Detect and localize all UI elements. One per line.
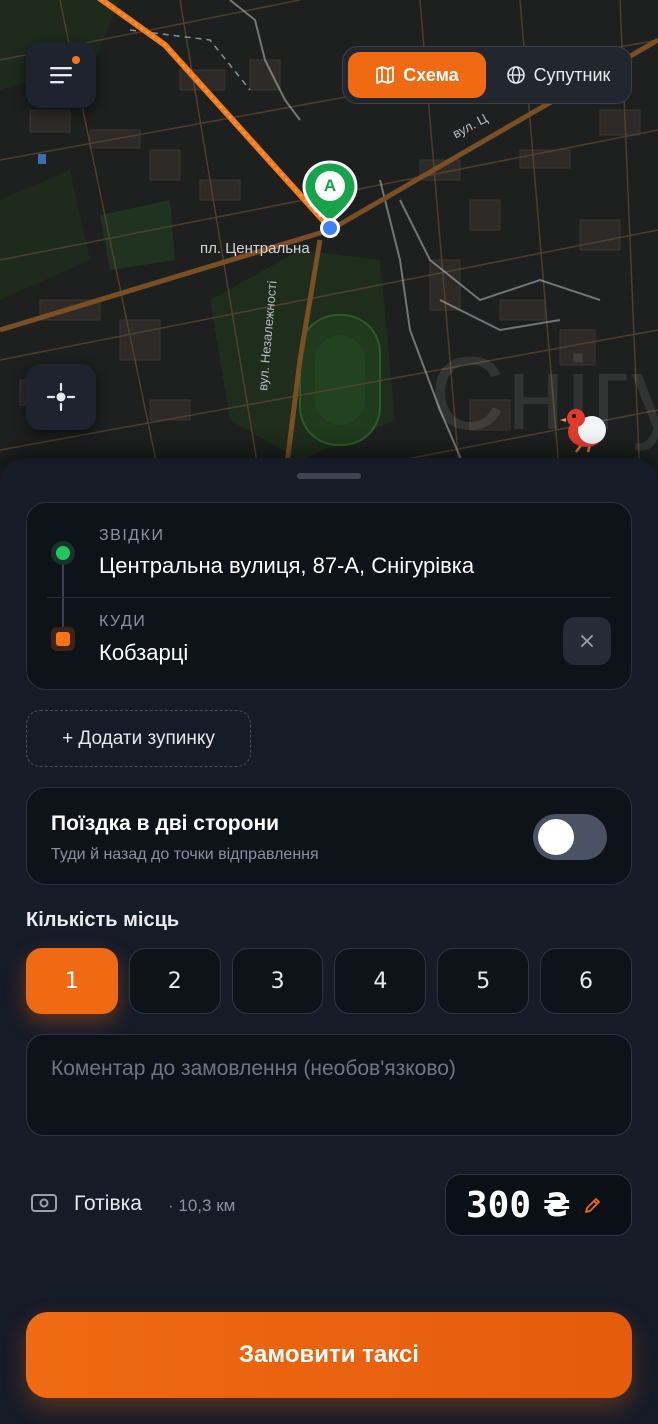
bird-mascot-icon — [558, 404, 614, 465]
price-value: 300 — [466, 1184, 532, 1226]
seat-option-6[interactable]: 6 — [540, 948, 632, 1014]
route-card: ЗВІДКИ Центральна вулиця, 87-А, Снігурів… — [26, 502, 632, 690]
start-pin-marker[interactable]: A — [302, 160, 358, 247]
from-label: ЗВІДКИ — [99, 527, 165, 544]
locate-me-button[interactable] — [26, 364, 96, 430]
map-type-scheme-label: Схема — [403, 64, 459, 85]
price-box[interactable]: 300 ₴ — [445, 1174, 632, 1236]
map-type-satellite-button[interactable]: Супутник — [490, 52, 626, 98]
map-type-scheme-button[interactable]: Схема — [348, 52, 486, 98]
cash-icon — [31, 1194, 57, 1212]
map-place-label: пл. Центральна — [200, 240, 310, 257]
from-address[interactable]: Центральна вулиця, 87-А, Снігурівка — [99, 553, 474, 579]
order-comment-input[interactable] — [26, 1034, 632, 1136]
seats-title: Кількість місць — [26, 909, 180, 931]
trip-distance: · 10,3 км — [168, 1196, 236, 1215]
add-stop-button[interactable]: + Додати зупинку — [26, 710, 251, 767]
notification-dot — [72, 56, 80, 64]
map-town-label: Снігу — [430, 336, 658, 452]
round-trip-toggle[interactable] — [533, 814, 607, 860]
map-view[interactable]: вул. Ц вул. Незалежності Снігу пл. Центр… — [0, 0, 658, 480]
map-type-satellite-label: Супутник — [533, 64, 611, 85]
round-trip-title: Поїздка в дві сторони — [51, 812, 280, 835]
order-taxi-button[interactable]: Замовити таксі — [26, 1312, 632, 1398]
destination-square-icon — [51, 627, 75, 651]
hamburger-icon — [50, 67, 72, 84]
map-type-toggle: Схема Супутник — [342, 46, 632, 104]
payment-row: Готівка · 10,3 км 300 ₴ — [26, 1174, 632, 1236]
clear-destination-button[interactable] — [563, 617, 611, 665]
map-icon — [376, 66, 395, 84]
toggle-knob — [538, 819, 574, 855]
currency-symbol: ₴ — [543, 1186, 571, 1224]
seat-option-5[interactable]: 5 — [437, 948, 530, 1014]
seat-selector: 1 2 3 4 5 6 — [26, 948, 632, 1014]
crosshair-icon — [46, 382, 76, 412]
close-icon — [581, 635, 593, 647]
to-address[interactable]: Кобзарці — [99, 640, 188, 666]
edit-pencil-icon[interactable] — [583, 1195, 603, 1215]
seat-option-2[interactable]: 2 — [128, 948, 221, 1014]
order-sheet: ЗВІДКИ Центральна вулиця, 87-А, Снігурів… — [0, 458, 658, 1424]
sheet-drag-handle[interactable] — [297, 473, 361, 479]
route-divider — [47, 597, 611, 598]
seat-option-3[interactable]: 3 — [231, 948, 324, 1014]
seat-option-4[interactable]: 4 — [334, 948, 427, 1014]
to-label: КУДИ — [99, 613, 147, 630]
round-trip-subtitle: Туди й назад до точки відправлення — [51, 846, 319, 863]
seat-option-1[interactable]: 1 — [26, 948, 118, 1014]
menu-button[interactable] — [26, 42, 96, 108]
globe-icon — [506, 66, 525, 84]
round-trip-card: Поїздка в дві сторони Туди й назад до то… — [26, 787, 632, 885]
pin-letter: A — [323, 176, 337, 195]
origin-dot-icon — [51, 541, 75, 565]
payment-method[interactable]: Готівка — [74, 1192, 142, 1216]
